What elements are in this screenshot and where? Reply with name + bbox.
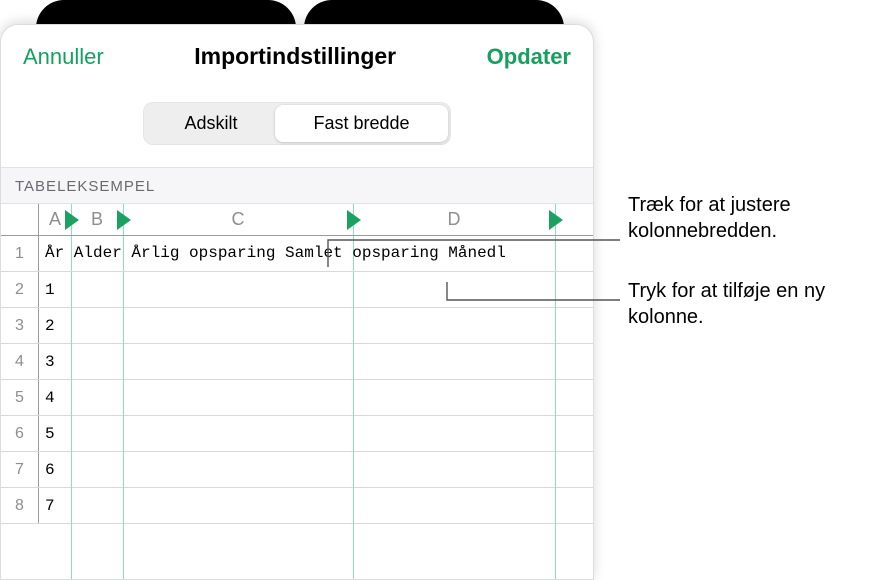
table-row[interactable]: 1 År Alder Årlig opsparing Samlet opspar… xyxy=(1,236,593,272)
row-number: 3 xyxy=(1,308,39,343)
section-label-bar: TABELEKSEMPEL xyxy=(1,167,593,204)
column-header-d[interactable]: D xyxy=(353,204,555,235)
row-number: 2 xyxy=(1,272,39,307)
update-button[interactable]: Opdater xyxy=(487,44,571,70)
callout-drag: Træk for at justere kolonnebredden. xyxy=(628,192,880,244)
section-label: TABELEKSEMPEL xyxy=(15,178,579,195)
table-row[interactable]: 7 6 xyxy=(1,452,593,488)
column-letter: D xyxy=(448,209,461,230)
cell: 6 xyxy=(39,452,55,487)
cancel-button[interactable]: Annuller xyxy=(23,44,104,70)
table-row[interactable]: 4 3 xyxy=(1,344,593,380)
table-row[interactable]: 6 5 xyxy=(1,416,593,452)
row-number: 1 xyxy=(1,236,39,271)
callouts: Træk for at justere kolonnebredden. Tryk… xyxy=(600,0,880,580)
row-number: 5 xyxy=(1,380,39,415)
segment-fixed-width[interactable]: Fast bredde xyxy=(275,105,447,142)
cell: 7 xyxy=(39,488,55,523)
table-row[interactable]: 3 2 xyxy=(1,308,593,344)
table-row[interactable]: 2 1 xyxy=(1,272,593,308)
table-row[interactable]: 5 4 xyxy=(1,380,593,416)
row-number: 8 xyxy=(1,488,39,523)
panel-header: Annuller Importindstillinger Opdater xyxy=(1,25,593,86)
column-letter: C xyxy=(232,209,245,230)
cell: 4 xyxy=(39,380,55,415)
column-header-a[interactable]: A xyxy=(39,204,71,235)
row-content: År Alder Årlig opsparing Samlet opsparin… xyxy=(39,236,506,262)
column-letter: A xyxy=(49,209,61,230)
row-number-header xyxy=(1,204,39,235)
cell: 3 xyxy=(39,344,55,379)
segmented-control[interactable]: Adskilt Fast bredde xyxy=(143,102,450,145)
row-number: 4 xyxy=(1,344,39,379)
column-resize-handle-icon[interactable] xyxy=(117,210,131,230)
column-header-c[interactable]: C xyxy=(123,204,353,235)
callout-tap: Tryk for at tilføje en ny kolonne. xyxy=(628,278,880,330)
segment-delimited[interactable]: Adskilt xyxy=(146,105,275,142)
segmented-control-wrap: Adskilt Fast bredde xyxy=(1,86,593,167)
cell: 2 xyxy=(39,308,55,343)
column-resize-handle-icon[interactable] xyxy=(65,210,79,230)
column-letter: B xyxy=(91,209,103,230)
cell: 5 xyxy=(39,416,55,451)
column-resize-handle-icon[interactable] xyxy=(347,210,361,230)
row-number: 7 xyxy=(1,452,39,487)
panel-title: Importindstillinger xyxy=(194,43,396,70)
table-preview[interactable]: A B C D 1 År Alder Årlig opsparing Samle… xyxy=(1,204,593,580)
cell: 1 xyxy=(39,272,55,307)
column-resize-handle-icon[interactable] xyxy=(549,210,563,230)
row-number: 6 xyxy=(1,416,39,451)
import-settings-panel: Annuller Importindstillinger Opdater Ads… xyxy=(0,24,594,580)
column-header-row: A B C D xyxy=(1,204,593,236)
table-row[interactable]: 8 7 xyxy=(1,488,593,524)
